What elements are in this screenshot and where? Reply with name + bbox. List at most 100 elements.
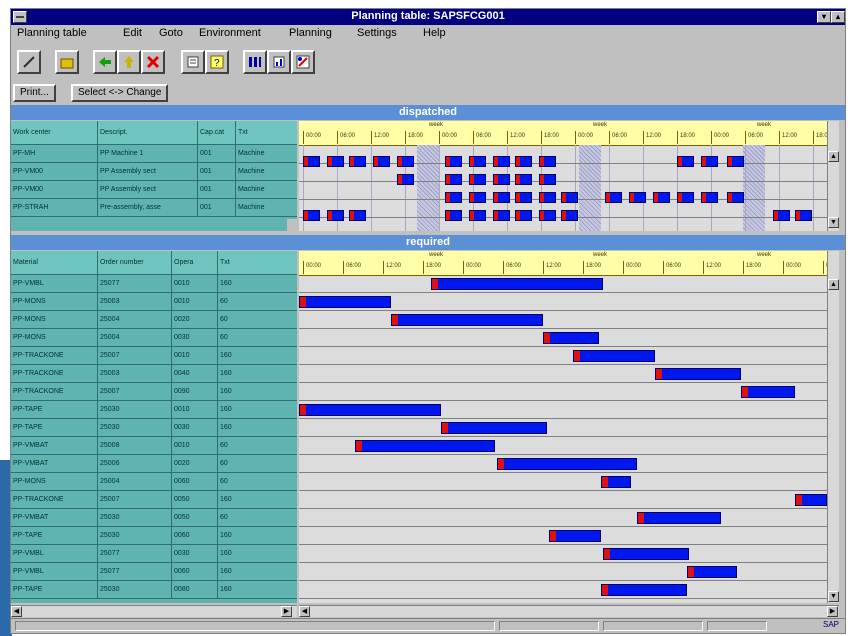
- required-operation-bar[interactable]: [741, 386, 795, 398]
- menu-help[interactable]: Help: [423, 27, 446, 39]
- dispatched-gantt-chart[interactable]: 00:00 06:00 12:00 18:00 00:00 06:00 12:00 18:00…: [299, 121, 827, 231]
- column-header-operation[interactable]: Opera: [171, 251, 217, 274]
- menu-edit[interactable]: Edit: [123, 27, 142, 39]
- tool-button[interactable]: [291, 50, 315, 74]
- dispatched-operation-bar[interactable]: [469, 156, 486, 167]
- dispatched-operation-bar[interactable]: [539, 156, 556, 167]
- menu-goto[interactable]: Goto: [159, 27, 183, 39]
- dispatched-operation-bar[interactable]: [605, 192, 622, 203]
- menu-planning-table[interactable]: Planning table: [17, 27, 87, 39]
- required-row[interactable]: PP-VMBL 25077 0030 160: [11, 545, 297, 563]
- pencil-button[interactable]: [17, 50, 41, 74]
- dispatched-row[interactable]: PF-MH PP Machine 1 001 Machine: [11, 145, 297, 163]
- dispatched-operation-bar[interactable]: [701, 192, 718, 203]
- cancel-button[interactable]: [141, 50, 165, 74]
- column-header-order-number[interactable]: Order number: [97, 251, 171, 274]
- dispatched-operation-bar[interactable]: [539, 210, 556, 221]
- dispatched-operation-bar[interactable]: [303, 210, 320, 221]
- column-header-text[interactable]: Txt: [217, 251, 297, 274]
- dispatched-operation-bar[interactable]: [469, 210, 486, 221]
- required-row[interactable]: PP-VMBAT 25008 0010 60: [11, 437, 297, 455]
- dispatched-operation-bar[interactable]: [561, 192, 578, 203]
- back-button[interactable]: [93, 50, 117, 74]
- required-row[interactable]: PP-TAPE 25030 0060 160: [11, 527, 297, 545]
- dispatched-operation-bar[interactable]: [727, 156, 744, 167]
- dispatched-operation-bar[interactable]: [469, 174, 486, 185]
- dispatched-operation-bar[interactable]: [701, 156, 718, 167]
- dispatched-operation-bar[interactable]: [397, 174, 414, 185]
- required-operation-bar[interactable]: [431, 278, 603, 290]
- required-operation-bar[interactable]: [391, 314, 543, 326]
- dispatched-operation-bar[interactable]: [445, 210, 462, 221]
- required-operation-bar[interactable]: [543, 332, 599, 344]
- required-row[interactable]: PP-VMBAT 25006 0020 60: [11, 455, 297, 473]
- scroll-right-button[interactable]: ▶: [281, 606, 292, 617]
- column-header-description[interactable]: Descript.: [97, 121, 197, 144]
- required-operation-bar[interactable]: [549, 530, 601, 542]
- required-operation-bar[interactable]: [655, 368, 741, 380]
- dispatched-operation-bar[interactable]: [303, 156, 320, 167]
- scroll-up-button[interactable]: ▲: [828, 279, 839, 290]
- required-row[interactable]: PP-VMBL 25077 0010 160: [11, 275, 297, 293]
- required-operation-bar[interactable]: [601, 476, 631, 488]
- dispatched-operation-bar[interactable]: [653, 192, 670, 203]
- scroll-up-button[interactable]: ▲: [828, 151, 839, 162]
- required-operation-bar[interactable]: [637, 512, 721, 524]
- scroll-right-button[interactable]: ▶: [827, 606, 838, 617]
- required-row[interactable]: PP-MONS 25003 0010 60: [11, 293, 297, 311]
- dispatched-row[interactable]: PP-VM00 PP Assembly sect 001 Machine: [11, 163, 297, 181]
- dispatched-operation-bar[interactable]: [561, 210, 578, 221]
- dispatched-vertical-scrollbar[interactable]: ▲ ▼: [827, 121, 839, 231]
- dispatched-operation-bar[interactable]: [445, 156, 462, 167]
- scroll-down-button[interactable]: ▼: [828, 217, 839, 228]
- dispatched-operation-bar[interactable]: [515, 210, 532, 221]
- required-row[interactable]: PP-TRACKONE 25003 0040 160: [11, 365, 297, 383]
- required-row[interactable]: PP-TAPE 25030 0030 160: [11, 419, 297, 437]
- scroll-left-button[interactable]: ◀: [299, 606, 310, 617]
- dispatched-operation-bar[interactable]: [539, 192, 556, 203]
- dispatched-operation-bar[interactable]: [469, 192, 486, 203]
- dispatched-operation-bar[interactable]: [515, 156, 532, 167]
- required-operation-bar[interactable]: [355, 440, 495, 452]
- required-operation-bar[interactable]: [497, 458, 637, 470]
- menu-settings[interactable]: Settings: [357, 27, 397, 39]
- dispatched-operation-bar[interactable]: [349, 156, 366, 167]
- dispatched-operation-bar[interactable]: [493, 192, 510, 203]
- required-row[interactable]: PP-VMBL 25077 0060 160: [11, 563, 297, 581]
- required-gantt-chart[interactable]: 00:00 06:00 12:00 18:00 00:00 06:00 12:00 18:00…: [299, 251, 827, 603]
- minimize-button[interactable]: ▾: [817, 11, 831, 23]
- required-operation-bar[interactable]: [601, 584, 687, 596]
- dispatched-operation-bar[interactable]: [349, 210, 366, 221]
- scroll-down-button[interactable]: ▼: [828, 591, 839, 602]
- dispatched-operation-bar[interactable]: [515, 192, 532, 203]
- column-header-material[interactable]: Material: [11, 251, 97, 274]
- required-operation-bar[interactable]: [795, 494, 827, 506]
- scroll-left-button[interactable]: ◀: [11, 606, 22, 617]
- dispatched-operation-bar[interactable]: [373, 156, 390, 167]
- required-row[interactable]: PP-TRACKONE 25007 0090 160: [11, 383, 297, 401]
- required-row[interactable]: PP-TRACKONE 25007 0010 160: [11, 347, 297, 365]
- dispatched-operation-bar[interactable]: [445, 174, 462, 185]
- dispatched-operation-bar[interactable]: [629, 192, 646, 203]
- menu-planning[interactable]: Planning: [289, 27, 332, 39]
- dispatched-operation-bar[interactable]: [493, 156, 510, 167]
- dispatched-operation-bar[interactable]: [327, 156, 344, 167]
- required-row[interactable]: PP-TAPE 25030 0080 160: [11, 581, 297, 599]
- dispatched-operation-bar[interactable]: [773, 210, 790, 221]
- column-header-text[interactable]: Txt: [235, 121, 297, 144]
- required-operation-bar[interactable]: [573, 350, 655, 362]
- required-row[interactable]: PP-TAPE 25030 0010 160: [11, 401, 297, 419]
- required-row[interactable]: PP-MONS 25004 0030 60: [11, 329, 297, 347]
- grid-horizontal-scrollbar[interactable]: ◀ ▶: [11, 605, 297, 617]
- dispatched-operation-bar[interactable]: [677, 192, 694, 203]
- column-header-capacity-category[interactable]: Cap.cat: [197, 121, 235, 144]
- dispatched-operation-bar[interactable]: [397, 156, 414, 167]
- dispatched-operation-bar[interactable]: [493, 174, 510, 185]
- up-button[interactable]: [117, 50, 141, 74]
- menu-environment[interactable]: Environment: [199, 27, 261, 39]
- chart-button[interactable]: [267, 50, 291, 74]
- required-row[interactable]: PP-MONS 25004 0020 60: [11, 311, 297, 329]
- column-header-work-center[interactable]: Work center: [11, 121, 97, 144]
- required-row[interactable]: PP-TRACKONE 25007 0050 160: [11, 491, 297, 509]
- dispatched-operation-bar[interactable]: [795, 210, 812, 221]
